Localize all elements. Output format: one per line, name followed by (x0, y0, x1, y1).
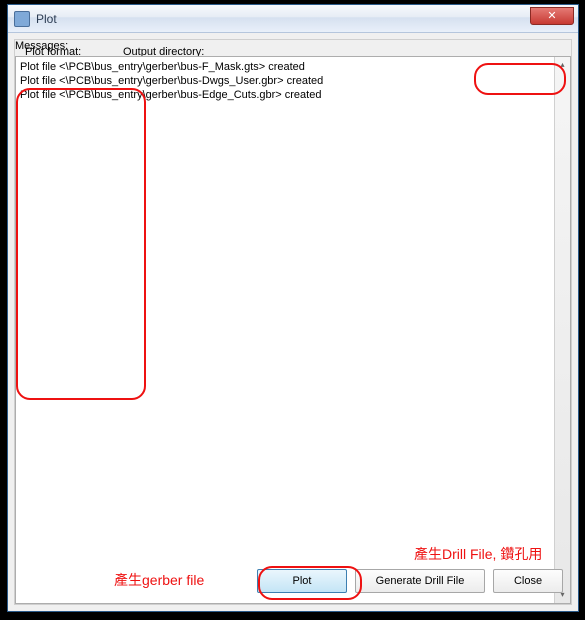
plot-button[interactable]: Plot (257, 569, 347, 593)
message-line: Plot file <\PCB\bus_entry\gerber\bus-F_M… (20, 60, 566, 74)
message-line: Plot file <\PCB\bus_entry\gerber\bus-Dwg… (20, 74, 566, 88)
messages-box[interactable]: Plot file <\PCB\bus_entry\gerber\bus-F_M… (15, 56, 571, 604)
window-title: Plot (36, 12, 57, 26)
generate-drill-file-button[interactable]: Generate Drill File (355, 569, 485, 593)
messages-label: Messages: (15, 40, 68, 52)
close-button[interactable]: Close (493, 569, 563, 593)
client-area: Plot format: Output directory: Gerber Br… (14, 39, 572, 605)
app-icon (14, 11, 30, 27)
title-bar: Plot ✕ (8, 5, 578, 33)
message-line: Plot file <\PCB\bus_entry\gerber\bus-Edg… (20, 88, 566, 102)
scrollbar[interactable] (554, 57, 570, 603)
close-icon[interactable]: ✕ (530, 7, 574, 25)
plot-dialog: Plot ✕ Plot format: Output directory: Ge… (7, 4, 579, 612)
